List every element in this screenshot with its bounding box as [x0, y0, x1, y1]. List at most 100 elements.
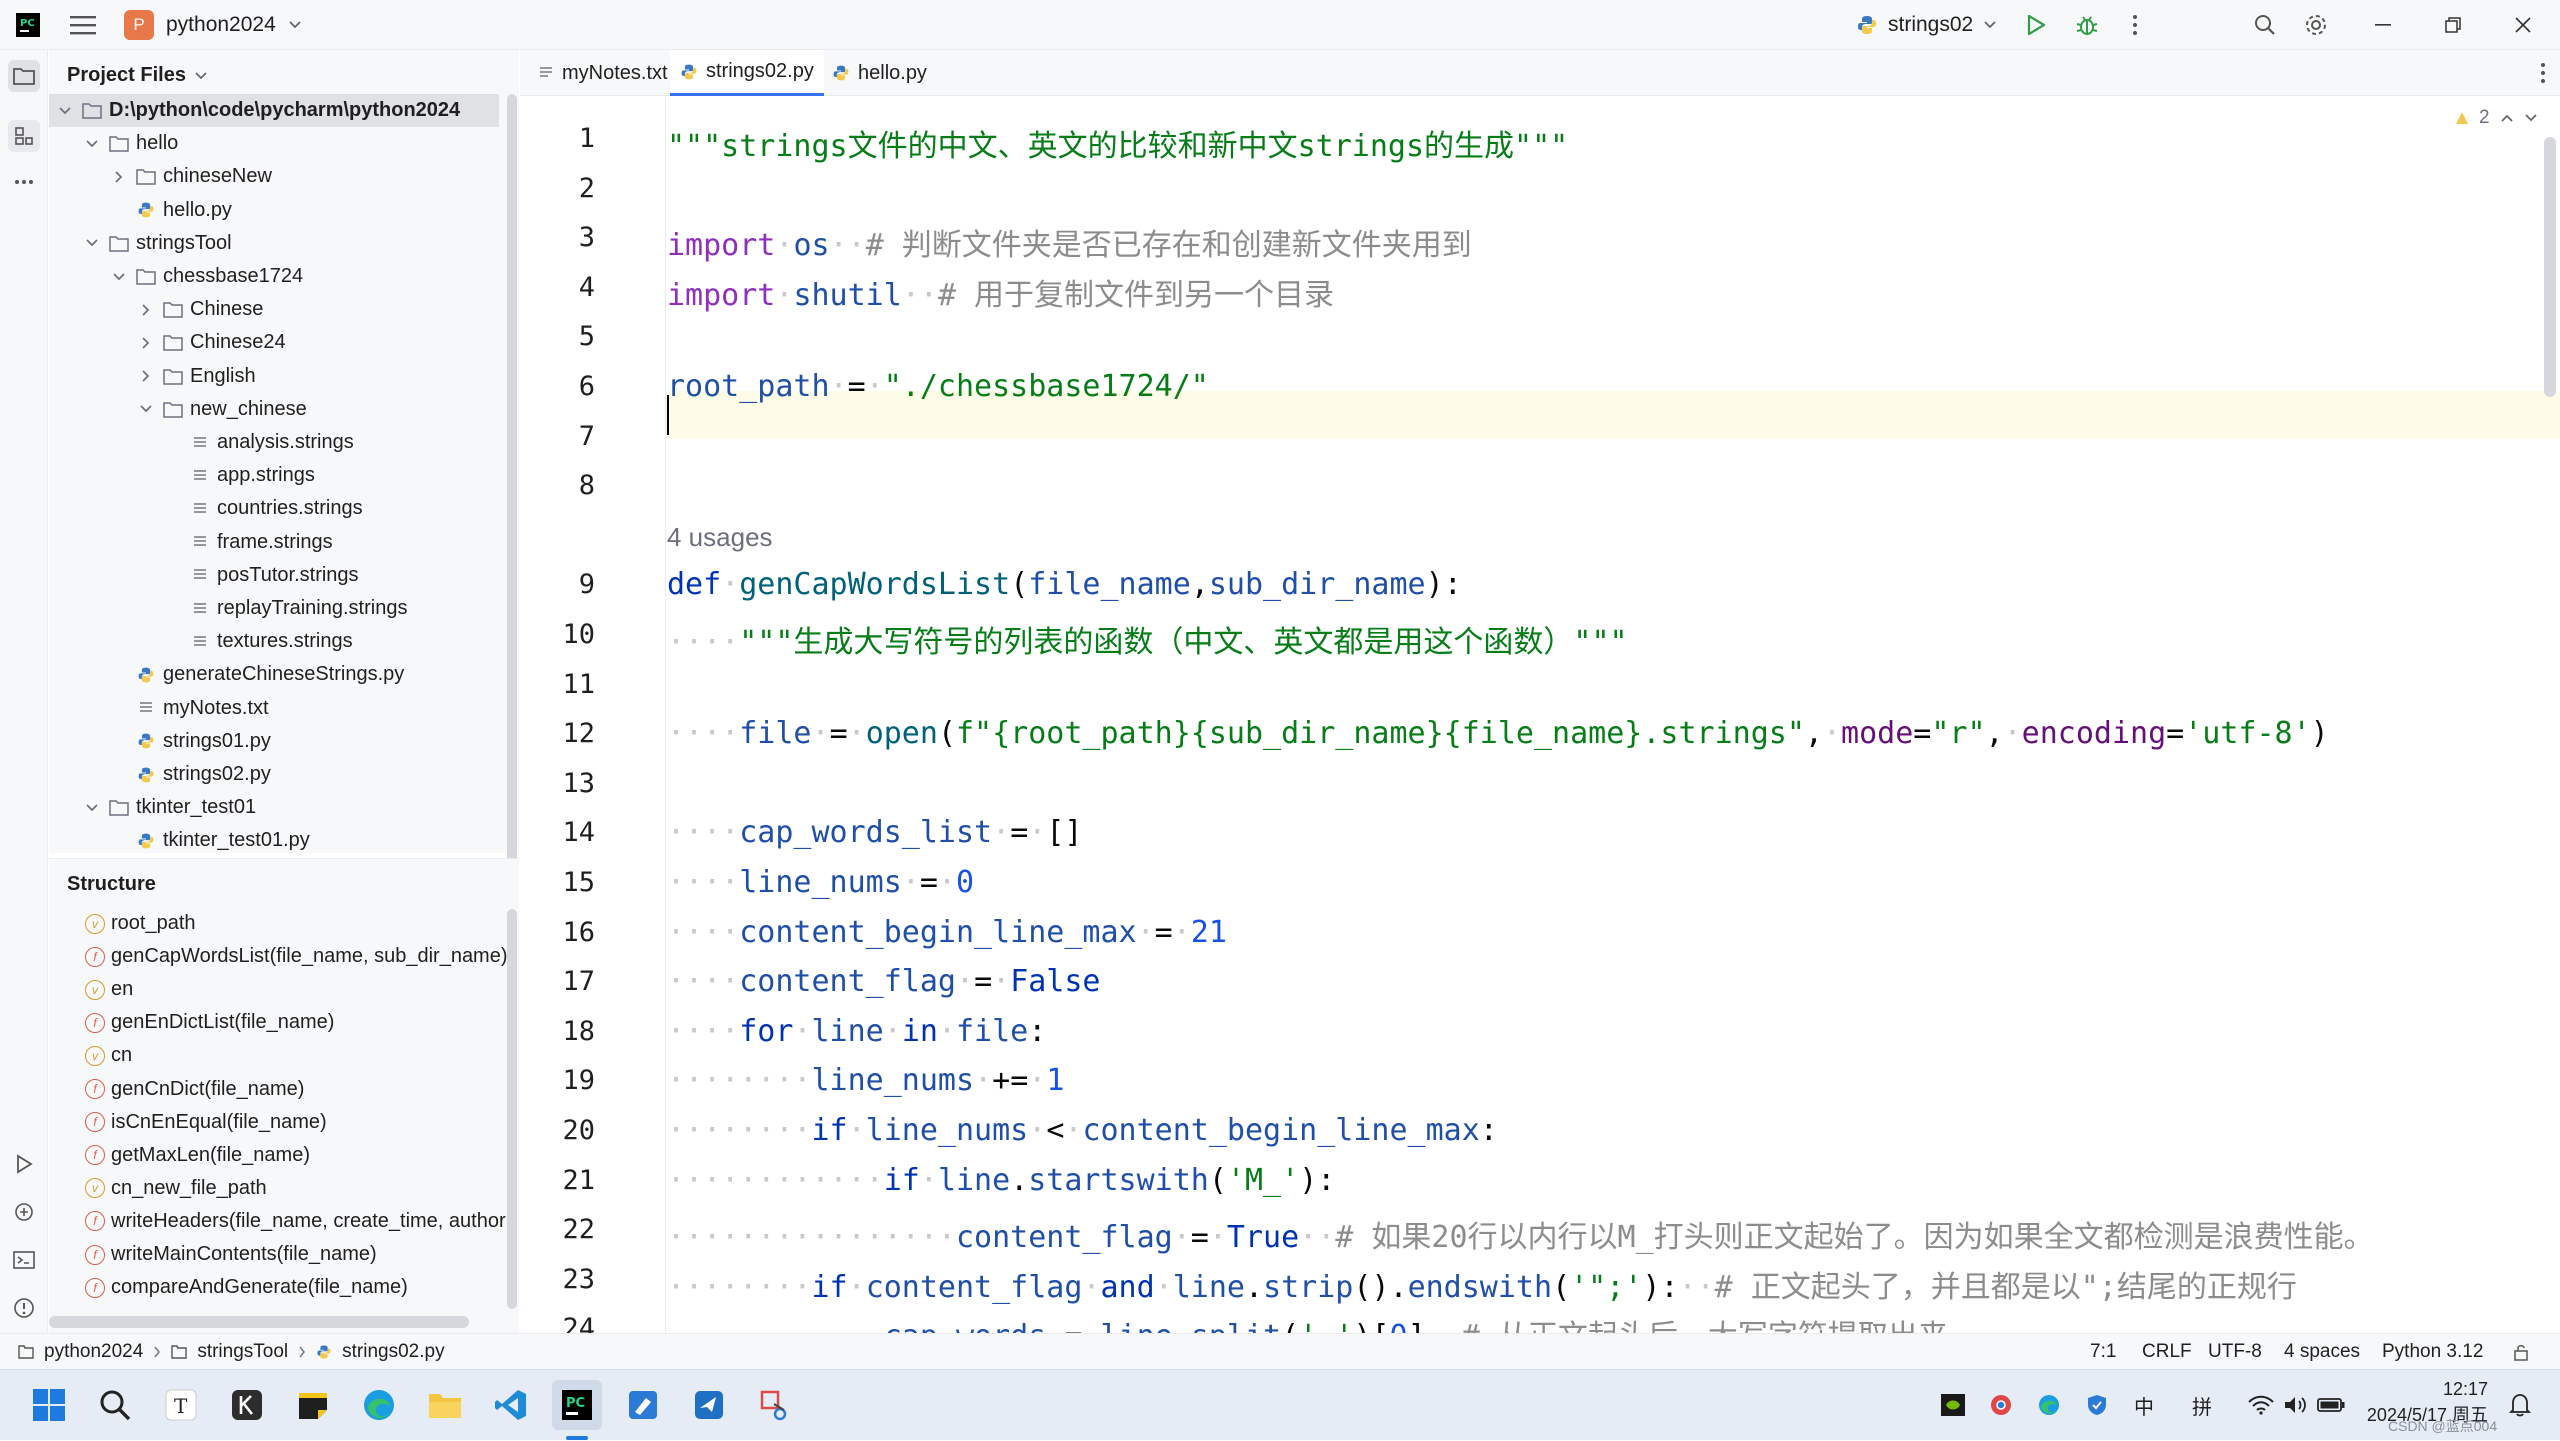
tree-item[interactable]: strings02.py	[49, 758, 499, 791]
chevron-down-icon[interactable]	[84, 235, 100, 251]
structure-item[interactable]: f genCapWordsList(file_name, sub_dir_name…	[85, 940, 508, 973]
more-tools-icon[interactable]	[8, 166, 40, 198]
snipping-tool-icon[interactable]	[750, 1380, 800, 1430]
structure-item[interactable]: f getMaxLen(file_name)	[85, 1139, 310, 1172]
tab-options-icon[interactable]	[2540, 62, 2546, 84]
close-button[interactable]	[2488, 0, 2558, 50]
code-editor[interactable]: 1 2 3 4 5 6 7 8 9 10 11 12 13 14 15 16 17 18 19 20 21 22 23 24 …	[520, 97, 2560, 1333]
caret-position[interactable]: 7:1	[2090, 1334, 2116, 1370]
minimize-button[interactable]	[2348, 0, 2418, 50]
structure-icon[interactable]	[8, 120, 40, 152]
chevron-down-icon[interactable]	[2524, 113, 2538, 123]
structure-item[interactable]: f genCnDict(file_name)	[85, 1073, 304, 1106]
file-encoding[interactable]: UTF-8	[2208, 1334, 2262, 1370]
maximize-button[interactable]	[2418, 0, 2488, 50]
notification-bell-icon[interactable]	[2500, 1380, 2540, 1430]
tree-item[interactable]: replayTraining.strings	[49, 592, 499, 625]
python-packages-icon[interactable]	[8, 1196, 40, 1228]
chevron-down-icon[interactable]	[84, 136, 100, 152]
file-explorer-icon[interactable]	[420, 1380, 470, 1430]
battery-icon[interactable]	[2314, 1380, 2348, 1430]
windows-start-icon[interactable]	[24, 1380, 74, 1430]
structure-scrollbar[interactable]	[507, 909, 517, 1309]
structure-item[interactable]: f compareAndGenerate(file_name)	[85, 1271, 408, 1304]
tree-item[interactable]: tkinter_test01.py	[49, 824, 499, 857]
app-dark-k-icon[interactable]	[222, 1380, 272, 1430]
edge-browser-icon[interactable]	[354, 1380, 404, 1430]
search-icon[interactable]	[2254, 0, 2276, 50]
python-interpreter[interactable]: Python 3.12	[2382, 1334, 2483, 1370]
breadcrumb-item[interactable]: strings02.py	[342, 1341, 444, 1363]
typora-icon[interactable]: T	[156, 1380, 206, 1430]
ime-mode[interactable]: 拼	[2192, 1370, 2212, 1441]
indent-setting[interactable]: 4 spaces	[2284, 1334, 2360, 1370]
vscode-icon[interactable]	[486, 1380, 536, 1430]
pycharm-logo-icon[interactable]: PC	[16, 0, 40, 50]
tab-mynotes[interactable]: myNotes.txt	[528, 50, 678, 96]
tree-item[interactable]: hello	[49, 127, 499, 160]
chevron-right-icon[interactable]	[111, 169, 127, 185]
ime-language[interactable]: 中	[2134, 1370, 2154, 1441]
project-folder-icon[interactable]	[8, 60, 40, 92]
main-menu-icon[interactable]	[70, 0, 96, 50]
tab-hello[interactable]: hello.py	[822, 50, 937, 96]
problems-icon[interactable]	[8, 1292, 40, 1324]
security-shield-icon[interactable]	[2080, 1380, 2114, 1430]
project-panel-header[interactable]: Project Files	[67, 64, 208, 87]
tree-item[interactable]: English	[49, 360, 499, 393]
tree-item[interactable]: chessbase1724	[49, 260, 499, 293]
chevron-right-icon[interactable]	[138, 335, 154, 351]
chevron-down-icon[interactable]	[84, 800, 100, 816]
run-tool-icon[interactable]	[8, 1148, 40, 1180]
more-actions-icon[interactable]	[2132, 0, 2138, 50]
structure-item[interactable]: f writeMainContents(file_name)	[85, 1238, 377, 1271]
tree-item[interactable]: frame.strings	[49, 526, 499, 559]
tree-item[interactable]: myNotes.txt	[49, 692, 499, 725]
line-separator[interactable]: CRLF	[2142, 1334, 2192, 1370]
project-selector[interactable]: P python2024	[124, 0, 302, 50]
nvidia-tray-icon[interactable]	[1936, 1380, 1970, 1430]
structure-hscrollbar[interactable]	[49, 1316, 469, 1328]
tree-item[interactable]: hello.py	[49, 194, 499, 227]
structure-item[interactable]: v cn_new_file_path	[85, 1172, 267, 1205]
wifi-icon[interactable]	[2244, 1380, 2278, 1430]
volume-icon[interactable]	[2278, 1380, 2312, 1430]
tree-item[interactable]: countries.strings	[49, 492, 499, 525]
structure-item[interactable]: f writeHeaders(file_name, create_time, au…	[85, 1205, 506, 1238]
chevron-right-icon[interactable]	[138, 368, 154, 384]
tab-strings02[interactable]: strings02.py	[670, 50, 824, 96]
breadcrumb-item[interactable]: python2024	[44, 1341, 143, 1363]
tree-item[interactable]: strings01.py	[49, 725, 499, 758]
tree-item[interactable]: posTutor.strings	[49, 559, 499, 592]
tree-item[interactable]: generateChineseStrings.py	[49, 658, 499, 691]
tree-item[interactable]: new_chinese	[49, 393, 499, 426]
pycharm-taskbar-icon[interactable]: PC	[552, 1380, 602, 1430]
tree-item[interactable]: tkinter_test01	[49, 791, 499, 824]
editor-scrollbar[interactable]	[2544, 137, 2556, 397]
run-button[interactable]	[2024, 0, 2048, 50]
chevron-up-icon[interactable]	[2500, 113, 2514, 123]
tree-item[interactable]: stringsTool	[49, 227, 499, 260]
structure-item[interactable]: v cn	[85, 1039, 132, 1072]
lock-icon[interactable]	[2512, 1334, 2530, 1370]
tree-item[interactable]: D:\python\code\pycharm\python2024	[49, 94, 499, 127]
paint-app-icon[interactable]	[618, 1380, 668, 1430]
tree-item[interactable]: Chinese	[49, 293, 499, 326]
chrome-tray-icon[interactable]	[1984, 1380, 2018, 1430]
tree-item[interactable]: app.strings	[49, 459, 499, 492]
tree-item[interactable]: chineseNew	[49, 160, 499, 193]
tree-item[interactable]: Chinese24	[49, 326, 499, 359]
debug-bug-icon[interactable]	[2074, 0, 2100, 50]
chevron-down-icon[interactable]	[111, 269, 127, 285]
usages-hint[interactable]: 4 usages	[667, 522, 773, 553]
terminal-icon[interactable]	[8, 1244, 40, 1276]
settings-gear-icon[interactable]	[2304, 0, 2328, 50]
inspection-widget[interactable]: 2	[2455, 107, 2538, 129]
run-config-selector[interactable]: strings02	[1856, 0, 1997, 50]
tree-scrollbar[interactable]	[507, 94, 517, 874]
structure-item[interactable]: v en	[85, 973, 133, 1006]
structure-item[interactable]: f genEnDictList(file_name)	[85, 1006, 334, 1039]
tree-item[interactable]: analysis.strings	[49, 426, 499, 459]
chevron-down-icon[interactable]	[138, 401, 154, 417]
bird-app-icon[interactable]	[684, 1380, 734, 1430]
